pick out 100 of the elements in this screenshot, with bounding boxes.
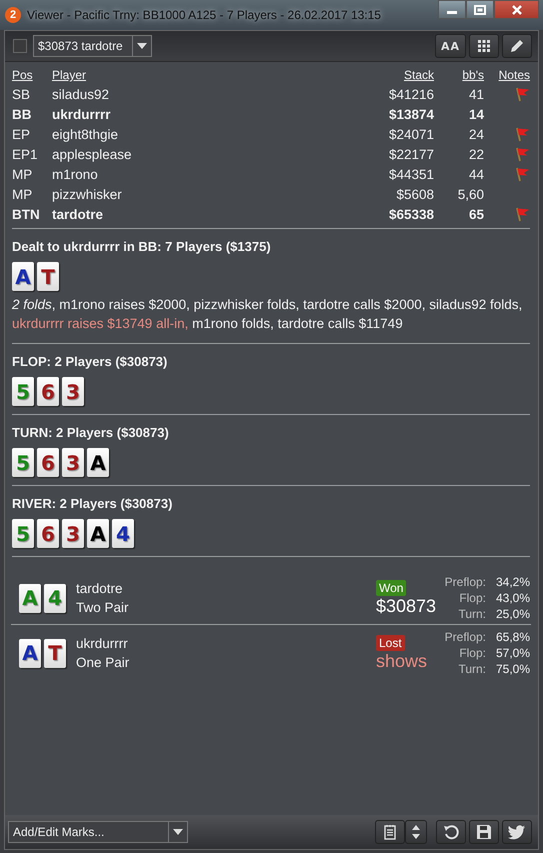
playing-card: 6	[37, 377, 59, 406]
equity-value: 43,0%	[494, 590, 530, 606]
player-name: siladus92	[52, 86, 110, 102]
playing-card: A	[87, 519, 109, 548]
playing-card: 6	[37, 448, 59, 477]
position-cell-text: EP1	[12, 146, 39, 162]
column-header[interactable]: Stack	[344, 68, 434, 82]
position-cell-text: MP	[12, 186, 34, 202]
hand-dropdown[interactable]: $30873 tardotre	[33, 35, 152, 57]
equity-value: 25,0%	[494, 606, 530, 622]
playing-card: A	[87, 448, 109, 477]
playing-card: T	[37, 262, 59, 291]
grid-button[interactable]	[469, 34, 499, 58]
position-cell-text: MP	[12, 166, 34, 182]
position-cell-text: BTN	[12, 206, 41, 222]
playing-card: 3	[62, 448, 84, 477]
street-heading: RIVER: 2 Players ($30873)	[12, 496, 174, 511]
playing-card: 3	[62, 377, 84, 406]
column-header[interactable]: Notes	[484, 68, 530, 82]
action-log: 2 folds, m1rono raises $2000, pizzwhisker folds, tardotre calls $2000, siladus92 folds, ukrdurrrr raises $13749 all-in, m1rono folds, tardotre calls $11749	[12, 296, 524, 333]
stack-cell-text: $13874	[388, 106, 434, 122]
playing-card: 3	[62, 519, 84, 548]
stack-cell-text: $24071	[388, 126, 434, 142]
big-blinds-cell-text: 14	[468, 106, 484, 122]
hand-rank: Two Pair	[76, 599, 129, 617]
up-down-arrows-icon	[412, 825, 420, 839]
pencil-icon	[509, 38, 525, 54]
playing-card: 5	[12, 519, 34, 548]
column-header[interactable]: bb's	[434, 68, 484, 82]
player-name: tardotre	[52, 206, 104, 222]
street-heading: Dealt to ukrdurrrr in BB: 7 Players ($1375)	[12, 239, 272, 254]
position-cell-text: EP	[12, 126, 32, 142]
big-blinds-cell-text: 44	[468, 166, 484, 182]
position-cell-text: BB	[12, 106, 32, 122]
big-blinds-cell-text: 5,60	[456, 186, 484, 202]
dropdown-arrow-icon	[137, 43, 147, 49]
playing-card: 4	[44, 584, 66, 612]
dropdown-arrow-icon	[173, 829, 183, 835]
player-name: applesplease	[52, 146, 133, 162]
player-name: ukrdurrrr	[76, 635, 129, 653]
playing-card: A	[12, 262, 34, 291]
big-blinds-cell-text: 22	[468, 146, 484, 162]
equity-value: 65,8%	[494, 629, 530, 645]
checkbox[interactable]	[13, 39, 27, 53]
street-heading: TURN: 2 Players ($30873)	[12, 425, 170, 440]
sort-button[interactable]	[405, 820, 427, 844]
restore-icon	[474, 4, 486, 14]
equity-label: Turn:	[458, 661, 486, 677]
result-amount: $30873	[376, 596, 436, 616]
stack-cell-text: $44351	[388, 166, 434, 182]
column-header[interactable]: Player	[52, 68, 344, 82]
playing-card: A	[19, 584, 41, 612]
equity-label: Preflop:	[444, 629, 486, 645]
equity-label: Preflop:	[444, 574, 486, 590]
share-button[interactable]	[502, 820, 532, 844]
big-blinds-cell-text: 24	[468, 126, 484, 142]
playing-card: 6	[37, 519, 59, 548]
position-cell-text: SB	[12, 86, 32, 102]
player-name: eight8thgie	[52, 126, 120, 142]
font-size-button[interactable]: AA	[434, 34, 466, 58]
equity-label: Flop:	[459, 590, 486, 606]
notes-button[interactable]	[375, 820, 405, 844]
notepad-icon	[384, 824, 396, 840]
refresh-icon	[443, 824, 459, 840]
close-button[interactable]	[494, 0, 539, 19]
player-name: m1rono	[52, 166, 99, 182]
edit-button[interactable]	[502, 34, 532, 58]
big-blinds-cell-text: 65	[468, 206, 484, 222]
playing-card: A	[19, 638, 41, 668]
grid-icon	[478, 40, 490, 52]
stack-cell-text: $5608	[395, 186, 434, 202]
maximize-button[interactable]	[466, 0, 494, 19]
minimize-button[interactable]	[438, 0, 466, 19]
equity-value: 34,2%	[494, 574, 530, 590]
result-badge: Lost	[376, 634, 405, 650]
stack-cell-text: $41216	[388, 86, 434, 102]
equity-value: 75,0%	[494, 661, 530, 677]
playing-card: 5	[12, 377, 34, 406]
stack-cell-text: $22177	[388, 146, 434, 162]
replay-button[interactable]	[436, 820, 466, 844]
window-title: Viewer - Pacific Trny: BB1000 A125 - 7 Players - 26.02.2017 13:15	[27, 8, 381, 22]
player-name: pizzwhisker	[52, 186, 123, 202]
playing-card: 5	[12, 448, 34, 477]
equity-label: Flop:	[459, 645, 486, 661]
street-heading: FLOP: 2 Players ($30873)	[12, 354, 168, 369]
hand-rank: One Pair	[76, 654, 130, 672]
stack-cell-text: $65338	[388, 206, 434, 222]
marks-dropdown[interactable]: Add/Edit Marks...	[8, 821, 188, 843]
result-amount: shows	[376, 650, 428, 672]
save-button[interactable]	[469, 820, 499, 844]
result-badge: Won	[376, 580, 406, 596]
bird-icon	[508, 824, 526, 840]
app-logo: 2	[5, 7, 21, 23]
playing-card: T	[44, 638, 66, 668]
player-name: ukrdurrrr	[52, 106, 112, 122]
close-icon	[510, 4, 522, 14]
column-header[interactable]: Pos	[12, 68, 52, 82]
player-name: tardotre	[76, 580, 124, 598]
minimize-icon	[447, 11, 457, 14]
big-blinds-cell-text: 41	[468, 86, 484, 102]
